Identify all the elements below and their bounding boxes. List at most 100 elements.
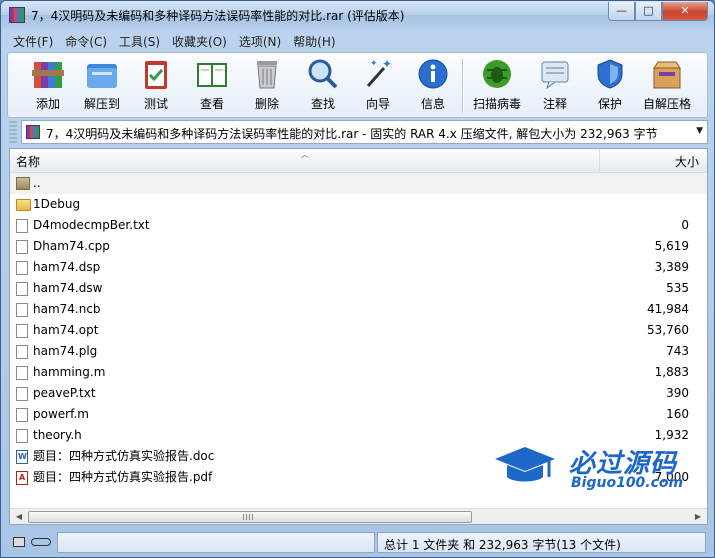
svg-text:✦: ✦ [370, 59, 378, 69]
menu-file[interactable]: 文件(F) [7, 31, 59, 51]
close-button[interactable]: ✕ [662, 2, 708, 21]
file-size: 535 [666, 281, 689, 295]
file-name: 题目：四种方式仿真实验报告.doc [33, 449, 215, 463]
window-title: 7，4汉明码及未编码和多种译码方法误码率性能的对比.rar (评估版本) [31, 9, 405, 23]
delete-button[interactable]: 删除 [240, 56, 294, 116]
view-book-icon [194, 56, 230, 92]
find-label: 查找 [310, 97, 335, 111]
file-name: 1Debug [33, 197, 81, 211]
file-name: 题目：四种方式仿真实验报告.pdf [33, 470, 213, 484]
list-item[interactable]: D4modecmpBer.txt 0 [10, 215, 707, 236]
sfx-box-icon [649, 56, 685, 92]
toolbar-separator [462, 59, 464, 113]
virus-scan-button[interactable]: 扫描病毒 [470, 56, 524, 116]
view-label: 查看 [199, 97, 224, 111]
sfx-label: 自解压格 [642, 97, 691, 111]
winrar-window: 7，4汉明码及未编码和多种译码方法误码率性能的对比.rar (评估版本) — □… [0, 0, 715, 558]
file-icon [16, 282, 28, 296]
file-name: Dham74.cpp [33, 239, 110, 253]
status-cell-selection [57, 532, 375, 553]
file-size: 3,389 [654, 260, 689, 274]
menu-help[interactable]: 帮助(H) [287, 31, 341, 51]
minimize-button[interactable]: — [608, 2, 635, 21]
file-name: ham74.dsp [33, 260, 101, 274]
pathbar-grip[interactable] [9, 121, 17, 143]
test-label: 测试 [143, 97, 168, 111]
status-summary: 总计 1 文件夹 和 232,963 字节(13 个文件) [377, 532, 706, 553]
add-button[interactable]: 添加 [21, 56, 75, 116]
virus-scan-icon [479, 56, 515, 92]
magnifier-icon [305, 56, 341, 92]
scroll-right-icon[interactable]: ▶ [690, 510, 706, 524]
menu-commands[interactable]: 命令(C) [59, 31, 113, 51]
status-bar: 总计 1 文件夹 和 232,963 字节(13 个文件) [1, 528, 714, 557]
sfx-button[interactable]: 自解压格 [640, 56, 694, 116]
menu-tools[interactable]: 工具(S) [113, 31, 166, 51]
file-name: peaveP.txt [33, 386, 96, 400]
view-button[interactable]: 查看 [185, 56, 239, 116]
word-document-icon [16, 446, 28, 467]
title-bar[interactable]: 7，4汉明码及未编码和多种译码方法误码率性能的对比.rar (评估版本) — □… [1, 1, 714, 29]
test-clipboard-icon [138, 56, 174, 92]
file-size: 53,760 [647, 323, 689, 337]
list-item[interactable]: peaveP.txt 390 [10, 383, 707, 404]
file-size: 0 [681, 218, 689, 232]
file-name: D4modecmpBer.txt [33, 218, 150, 232]
rar-archive-icon [26, 125, 40, 139]
info-button[interactable]: 信息 [406, 56, 460, 116]
scrollbar-thumb[interactable] [28, 511, 472, 523]
scroll-left-icon[interactable]: ◀ [11, 510, 27, 524]
watermark-subtitle: Biguo100.com [571, 475, 684, 491]
file-icon [16, 219, 28, 233]
find-button[interactable]: 查找 [296, 56, 350, 116]
info-icon [415, 56, 451, 92]
maximize-button[interactable]: □ [635, 2, 662, 21]
file-icon [16, 324, 28, 338]
list-item[interactable]: ham74.opt 53,760 [10, 320, 707, 341]
comment-icon [537, 56, 573, 92]
list-item[interactable]: Dham74.cpp 5,619 [10, 236, 707, 257]
list-item[interactable]: 1Debug [10, 194, 707, 215]
comment-button[interactable]: 注释 [528, 56, 582, 116]
wizard-button[interactable]: ✦ ✦ 向导 [351, 56, 405, 116]
horizontal-scrollbar[interactable]: ◀ ▶ [10, 508, 707, 524]
file-name: ham74.plg [33, 344, 98, 358]
file-name: hamming.m [33, 365, 106, 379]
toolbar: 添加 解压到 测试 查看 删除 查找 ✦ ✦ 向导 信息 扫描病毒 注释 保护 … [7, 52, 708, 118]
column-header-size[interactable]: 大小 [600, 149, 707, 172]
archive-path-bar[interactable]: 7，4汉明码及未编码和多种译码方法误码率性能的对比.rar - 固实的 RAR … [21, 120, 708, 144]
file-name: ham74.opt [33, 323, 99, 337]
list-item[interactable]: ham74.dsp 3,389 [10, 257, 707, 278]
list-item[interactable]: ham74.plg 743 [10, 341, 707, 362]
archive-path-text: 7，4汉明码及未编码和多种译码方法误码率性能的对比.rar - 固实的 RAR … [46, 127, 658, 141]
list-item[interactable]: ham74.dsw 535 [10, 278, 707, 299]
winrar-app-icon[interactable] [9, 7, 25, 23]
pdf-document-icon [16, 467, 28, 488]
window-controls: — □ ✕ [608, 2, 708, 21]
file-icon [16, 261, 28, 275]
file-size: 390 [666, 386, 689, 400]
trash-icon [249, 56, 285, 92]
list-item[interactable]: powerf.m 160 [10, 404, 707, 425]
file-name: powerf.m [33, 407, 89, 421]
wizard-label: 向导 [365, 97, 390, 111]
delete-label: 删除 [254, 97, 279, 111]
protect-label: 保护 [597, 97, 622, 111]
test-button[interactable]: 测试 [129, 56, 183, 116]
chevron-down-icon[interactable]: ▼ [696, 126, 703, 136]
file-name: theory.h [33, 428, 82, 442]
list-item[interactable]: hamming.m 1,883 [10, 362, 707, 383]
file-size: 160 [666, 407, 689, 421]
drive-icon [13, 537, 25, 547]
list-item[interactable]: .. [10, 173, 707, 194]
menu-favorites[interactable]: 收藏夹(O) [166, 31, 233, 51]
extract-to-button[interactable]: 解压到 [75, 56, 129, 116]
file-size: 41,984 [647, 302, 689, 316]
file-size: 743 [666, 344, 689, 358]
protect-button[interactable]: 保护 [583, 56, 637, 116]
file-icon [16, 366, 28, 380]
file-icon [16, 345, 28, 359]
list-item[interactable]: ham74.ncb 41,984 [10, 299, 707, 320]
file-icon [16, 408, 28, 422]
menu-options[interactable]: 选项(N) [233, 31, 287, 51]
